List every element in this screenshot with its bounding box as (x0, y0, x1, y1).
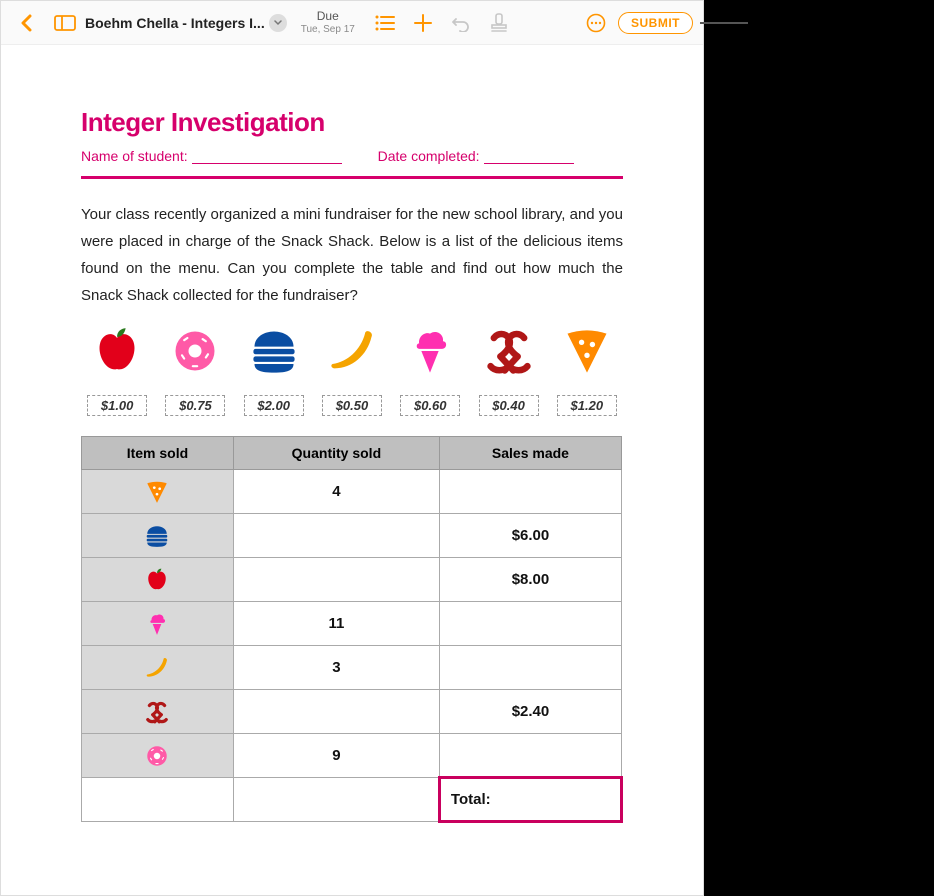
table-row: $6.00 (82, 514, 622, 558)
menu-item-banana: $0.50 (316, 323, 388, 416)
row-qty[interactable]: 11 (233, 602, 439, 646)
row-sales[interactable] (439, 646, 621, 690)
menu-item-apple: $1.00 (81, 323, 153, 416)
row-item-pretzel (82, 690, 234, 734)
pizza-price[interactable]: $1.20 (557, 395, 617, 416)
back-button[interactable] (11, 7, 43, 39)
chevron-left-icon (20, 14, 34, 32)
col-qty: Quantity sold (233, 437, 439, 470)
donut-price[interactable]: $0.75 (165, 395, 225, 416)
document-title-text: Boehm Chella - Integers I... (85, 15, 265, 31)
pretzel-price[interactable]: $0.40 (479, 395, 539, 416)
menu-item-icecream: $0.60 (394, 323, 466, 416)
student-meta-row: Name of student: Date completed: (81, 148, 623, 179)
sales-table: Item sold Quantity sold Sales made 4 $6.… (81, 436, 623, 823)
icecream-icon (402, 323, 458, 379)
table-row: 11 (82, 602, 622, 646)
row-sales[interactable]: $6.00 (439, 514, 621, 558)
menu-item-donut: $0.75 (159, 323, 231, 416)
stamp-button[interactable] (483, 7, 515, 39)
apple-icon (89, 323, 145, 379)
banana-icon (324, 323, 380, 379)
row-qty[interactable] (233, 690, 439, 734)
plus-icon (414, 14, 432, 32)
row-item-apple (82, 558, 234, 602)
total-blank2 (233, 778, 439, 822)
chevron-down-icon (269, 14, 287, 32)
due-date-text: Tue, Sep 17 (301, 24, 355, 35)
submit-button[interactable]: SUBMIT (618, 12, 693, 34)
undo-icon (452, 14, 470, 32)
col-item: Item sold (82, 437, 234, 470)
row-sales[interactable] (439, 470, 621, 514)
sidebar-icon (54, 15, 76, 31)
row-sales[interactable]: $2.40 (439, 690, 621, 734)
menu-item-pizza: $1.20 (551, 323, 623, 416)
row-qty[interactable]: 9 (233, 734, 439, 778)
name-blank[interactable] (192, 150, 342, 164)
intro-paragraph: Your class recently organized a mini fun… (81, 201, 623, 309)
due-date: Due Tue, Sep 17 (293, 10, 363, 34)
total-cell[interactable]: Total: (439, 778, 621, 822)
pretzel-icon (481, 323, 537, 379)
date-blank[interactable] (484, 150, 574, 164)
more-button[interactable] (580, 7, 612, 39)
banana-price[interactable]: $0.50 (322, 395, 382, 416)
row-qty[interactable]: 4 (233, 470, 439, 514)
page-title: Integer Investigation (81, 107, 623, 138)
menu-item-burger: $2.00 (238, 323, 310, 416)
table-row: $8.00 (82, 558, 622, 602)
donut-icon (167, 323, 223, 379)
callout-leader-line (700, 22, 748, 24)
table-row: 3 (82, 646, 622, 690)
burger-icon (246, 323, 302, 379)
table-row: $2.40 (82, 690, 622, 734)
row-item-icecream (82, 602, 234, 646)
pizza-icon (559, 323, 615, 379)
total-blank1 (82, 778, 234, 822)
outline-button[interactable] (369, 7, 401, 39)
add-button[interactable] (407, 7, 439, 39)
icecream-price[interactable]: $0.60 (400, 395, 460, 416)
menu-items-row: $1.00 $0.75 $2.00 $0.50 $0.60 $0.40 $1.2… (81, 323, 623, 416)
list-icon (375, 15, 395, 31)
document-page: Integer Investigation Name of student: D… (1, 45, 703, 853)
toolbar: Boehm Chella - Integers I... Due Tue, Se… (1, 1, 703, 45)
undo-button[interactable] (445, 7, 477, 39)
row-item-banana (82, 646, 234, 690)
name-label: Name of student: (81, 148, 342, 164)
row-item-donut (82, 734, 234, 778)
apple-price[interactable]: $1.00 (87, 395, 147, 416)
row-qty[interactable]: 3 (233, 646, 439, 690)
app-window: Boehm Chella - Integers I... Due Tue, Se… (0, 0, 704, 896)
document-title-dropdown[interactable]: Boehm Chella - Integers I... (85, 14, 287, 32)
table-row: 4 (82, 470, 622, 514)
ellipsis-icon (586, 13, 606, 33)
table-total-row: Total: (82, 778, 622, 822)
date-label: Date completed: (378, 148, 574, 164)
row-sales[interactable] (439, 602, 621, 646)
row-qty[interactable] (233, 514, 439, 558)
row-sales[interactable]: $8.00 (439, 558, 621, 602)
due-label: Due (301, 10, 355, 23)
sidebar-toggle-button[interactable] (49, 7, 81, 39)
col-sales: Sales made (439, 437, 621, 470)
row-item-burger (82, 514, 234, 558)
menu-item-pretzel: $0.40 (472, 323, 544, 416)
row-sales[interactable] (439, 734, 621, 778)
gavel-icon (490, 13, 508, 33)
row-qty[interactable] (233, 558, 439, 602)
table-row: 9 (82, 734, 622, 778)
burger-price[interactable]: $2.00 (244, 395, 304, 416)
row-item-pizza (82, 470, 234, 514)
